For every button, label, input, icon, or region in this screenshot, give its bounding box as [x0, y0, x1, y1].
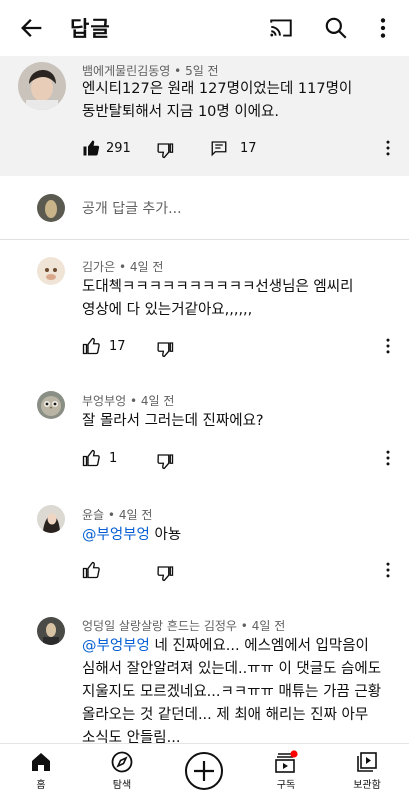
thumb-up-icon — [82, 337, 100, 355]
comment-menu-icon[interactable] — [381, 448, 395, 468]
comment-text: 잘 몰라서 그러는데 진짜에요? — [82, 413, 264, 429]
comment-menu-icon[interactable] — [381, 560, 395, 580]
add-reply-input[interactable]: 공개 답글 추가... — [82, 198, 182, 218]
like-count: 1 — [109, 450, 118, 466]
comment-time: 4일 전 — [118, 508, 153, 522]
nav-subscriptions-label: 구독 — [276, 780, 296, 791]
comment-time: 4일 전 — [129, 260, 164, 274]
notification-dot — [290, 750, 298, 758]
app-bar: 답글 — [0, 0, 409, 56]
comment-text: 엔시티127은 원래 127명이었는데 117명이 동반탈퇴해서 지금 10명 … — [82, 81, 353, 120]
comment-time: 4일 전 — [140, 394, 175, 408]
like-count: 17 — [109, 338, 126, 354]
thumb-down-icon[interactable] — [156, 452, 174, 470]
cast-icon[interactable] — [268, 15, 294, 41]
replies-button[interactable]: 17 — [210, 139, 257, 157]
like-count: 291 — [106, 140, 131, 156]
more-options-icon[interactable] — [374, 15, 392, 41]
comment-author[interactable]: 엉덩일 살랑살랑 흔드는 김정우 — [82, 619, 237, 633]
like-button[interactable]: 1 — [82, 449, 117, 467]
bottom-navigation: 홈 탐색 구독 보관함 — [0, 743, 409, 800]
add-reply-row[interactable]: 공개 답글 추가... — [0, 176, 409, 240]
nav-explore-label: 탐색 — [112, 780, 132, 791]
comment-author[interactable]: 김가은 — [82, 260, 115, 274]
nav-library-label: 보관함 — [353, 780, 381, 791]
parent-comment: 뱀에게물린김동영 • 5일 전 엔시티127은 원래 127명이었는데 117명… — [0, 56, 409, 176]
comment-time: 5일 전 — [185, 64, 219, 78]
comment-time: 4일 전 — [251, 619, 286, 633]
avatar[interactable] — [37, 391, 65, 419]
add-circle-icon — [185, 752, 223, 790]
back-arrow-icon[interactable] — [18, 14, 46, 42]
thumb-down-icon[interactable] — [156, 141, 174, 159]
library-icon — [357, 752, 377, 772]
avatar[interactable] — [37, 257, 65, 285]
avatar[interactable] — [37, 617, 65, 645]
thumb-up-icon — [82, 449, 100, 467]
nav-explore[interactable]: 탐색 — [87, 750, 157, 791]
subscriptions-icon — [275, 750, 298, 773]
comment-text: @부엉부엉 아뇽 — [82, 527, 182, 543]
thumb-down-icon[interactable] — [156, 340, 174, 358]
comment-icon — [211, 141, 227, 157]
comment-menu-icon[interactable] — [381, 138, 395, 158]
comment-menu-icon[interactable] — [381, 336, 395, 356]
my-avatar — [37, 194, 65, 222]
mention-link[interactable]: @부엉부엉 — [82, 638, 150, 654]
comment-author[interactable]: 부엉부엉 — [82, 394, 126, 408]
avatar[interactable] — [37, 505, 65, 533]
page-title: 답글 — [70, 17, 111, 41]
create-button[interactable] — [169, 750, 239, 792]
thumb-up-filled-icon — [83, 140, 100, 156]
nav-subscriptions[interactable]: 구독 — [251, 750, 321, 791]
home-icon — [32, 753, 50, 771]
nav-home-label: 홈 — [36, 780, 46, 791]
compass-icon — [111, 751, 133, 773]
like-button[interactable] — [82, 561, 100, 579]
comment-text: @부엉부엉 네 진짜에요... 에스엠에서 입막음이 심해서 잘안알려져 있는데… — [82, 638, 382, 746]
comment-author[interactable]: 윤슬 — [82, 508, 104, 522]
thumb-up-icon — [82, 561, 100, 579]
like-button[interactable]: 291 — [82, 139, 131, 157]
thumb-down-icon[interactable] — [156, 564, 174, 582]
reply-count: 17 — [240, 140, 257, 156]
nav-library[interactable]: 보관함 — [332, 750, 402, 791]
avatar[interactable] — [18, 62, 66, 110]
search-icon[interactable] — [323, 15, 349, 41]
nav-home[interactable]: 홈 — [6, 750, 76, 791]
like-button[interactable]: 17 — [82, 337, 126, 355]
comment-author[interactable]: 뱀에게물린김동영 — [82, 64, 170, 78]
mention-link[interactable]: @부엉부엉 — [82, 527, 150, 543]
comment-text: 도대첵ㅋㅋㅋㅋㅋㅋㅋㅋㅋㅋ선생님은 엠씨리 영상에 다 있는거같아요,,,,,, — [82, 279, 354, 318]
